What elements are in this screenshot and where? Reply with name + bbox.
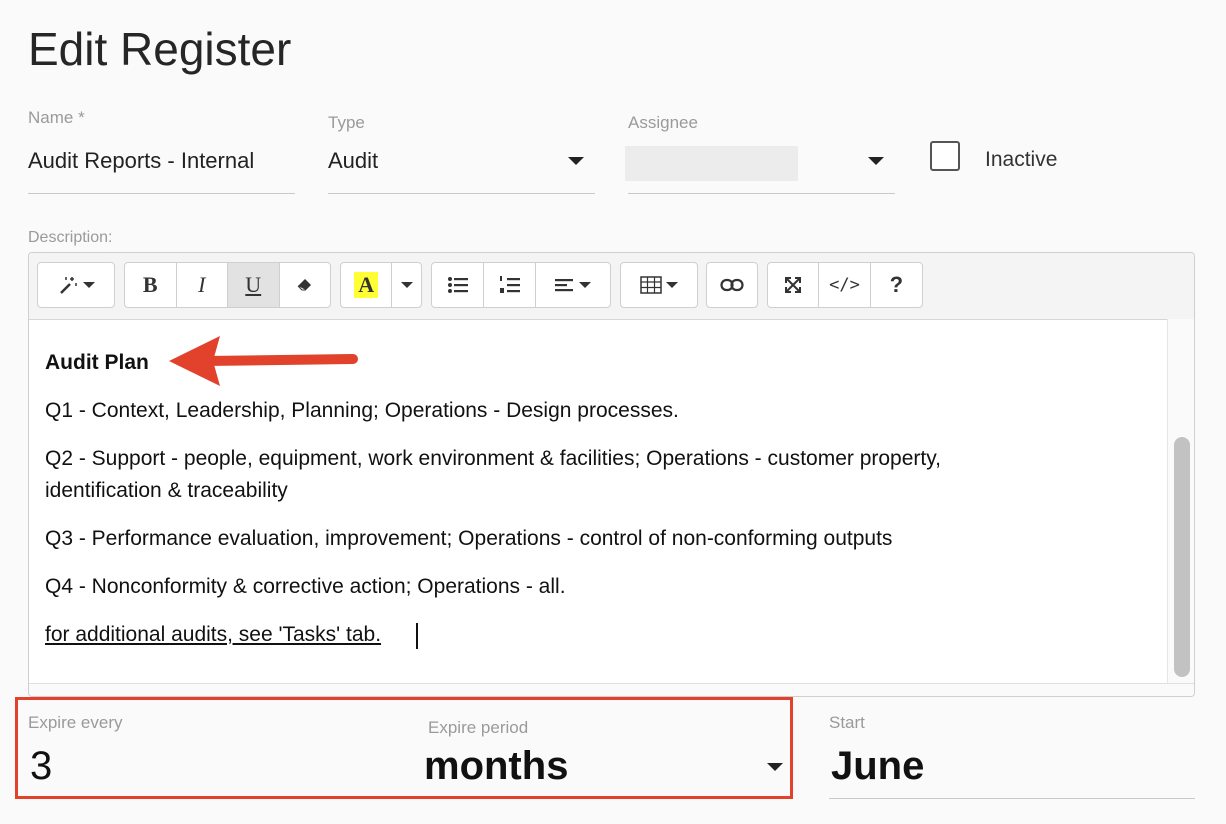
unordered-list-button[interactable] bbox=[432, 263, 484, 307]
align-button[interactable] bbox=[536, 263, 610, 307]
content-q2-line2: identification & traceability bbox=[45, 479, 288, 502]
numbered-list-icon bbox=[499, 276, 520, 293]
editor-toolbar: B I U A </> ? bbox=[29, 253, 1194, 320]
underline-button[interactable]: U bbox=[228, 263, 280, 307]
magic-wand-icon bbox=[60, 277, 77, 294]
expire-period-dropdown-icon[interactable] bbox=[767, 763, 783, 771]
type-label: Type bbox=[328, 113, 365, 132]
description-label: Description: bbox=[28, 229, 113, 246]
name-input[interactable]: Audit Reports - Internal bbox=[28, 148, 254, 174]
editor-resize-bar[interactable] bbox=[29, 683, 1194, 696]
assignee-underline bbox=[628, 193, 895, 194]
bold-button[interactable]: B bbox=[125, 263, 177, 307]
style-button[interactable] bbox=[38, 263, 114, 307]
expire-every-input[interactable]: 3 bbox=[30, 744, 52, 789]
type-dropdown-icon[interactable] bbox=[568, 157, 584, 165]
content-heading: Audit Plan bbox=[45, 351, 149, 374]
font-color-dropdown[interactable] bbox=[392, 263, 421, 307]
table-button[interactable] bbox=[621, 263, 697, 307]
chevron-down-icon bbox=[400, 282, 413, 288]
name-underline bbox=[28, 193, 295, 194]
editor-scrollbar[interactable] bbox=[1167, 319, 1194, 684]
chevron-down-icon bbox=[666, 282, 678, 288]
font-color-button[interactable]: A bbox=[341, 263, 393, 307]
expire-every-label: Expire every bbox=[28, 713, 123, 732]
content-q3: Q3 - Performance evaluation, improvement… bbox=[45, 527, 893, 550]
type-underline bbox=[328, 193, 595, 194]
italic-button[interactable]: I bbox=[177, 263, 228, 307]
content-q1: Q1 - Context, Leadership, Planning; Oper… bbox=[45, 399, 679, 422]
fullscreen-button[interactable] bbox=[768, 263, 820, 307]
bullet-list-icon bbox=[447, 277, 468, 293]
start-underline bbox=[829, 798, 1195, 799]
annotation-arrow-icon bbox=[169, 336, 358, 386]
assignee-label: Assignee bbox=[628, 113, 698, 132]
fullscreen-icon bbox=[785, 277, 802, 293]
assignee-dropdown-icon[interactable] bbox=[868, 157, 884, 165]
expire-period-select[interactable]: months bbox=[424, 744, 568, 789]
content-q4: Q4 - Nonconformity & corrective action; … bbox=[45, 575, 566, 598]
content-footer-link[interactable]: for additional audits, see 'Tasks' tab. bbox=[45, 619, 381, 651]
name-label: Name * bbox=[28, 108, 85, 127]
start-input[interactable]: June bbox=[831, 744, 924, 789]
annotation-highlight-box bbox=[15, 697, 793, 799]
inactive-checkbox[interactable] bbox=[930, 141, 960, 171]
code-view-button[interactable]: </> bbox=[819, 263, 871, 307]
toolbar-group-table bbox=[620, 262, 698, 308]
link-icon bbox=[720, 278, 744, 292]
content-q2-line1: Q2 - Support - people, equipment, work e… bbox=[45, 447, 942, 470]
align-icon bbox=[555, 279, 573, 292]
link-button[interactable] bbox=[707, 263, 757, 307]
start-label: Start bbox=[829, 713, 865, 732]
toolbar-group-font: B I U bbox=[124, 262, 331, 308]
editor-scrollbar-thumb[interactable] bbox=[1174, 437, 1190, 677]
toolbar-group-color: A bbox=[340, 262, 422, 308]
type-select[interactable]: Audit bbox=[328, 148, 378, 174]
font-color-glyph: A bbox=[354, 272, 379, 298]
toolbar-group-paragraph bbox=[431, 262, 611, 308]
eraser-icon bbox=[297, 279, 311, 291]
toolbar-group-misc: </> ? bbox=[767, 262, 923, 308]
inactive-label: Inactive bbox=[985, 148, 1058, 171]
chevron-down-icon bbox=[579, 282, 591, 288]
chevron-down-icon bbox=[83, 282, 95, 288]
help-button[interactable]: ? bbox=[871, 263, 922, 307]
assignee-select[interactable] bbox=[625, 146, 798, 181]
description-editor[interactable]: B I U A </> ? Audit Plan Q1 - Context, L… bbox=[28, 252, 1195, 697]
table-icon bbox=[640, 276, 662, 294]
expire-period-label: Expire period bbox=[428, 718, 529, 737]
text-cursor bbox=[416, 623, 418, 649]
ordered-list-button[interactable] bbox=[484, 263, 536, 307]
toolbar-group-insert bbox=[706, 262, 758, 308]
page-title: Edit Register bbox=[28, 23, 292, 75]
eraser-button[interactable] bbox=[280, 263, 331, 307]
toolbar-group-style bbox=[37, 262, 115, 308]
